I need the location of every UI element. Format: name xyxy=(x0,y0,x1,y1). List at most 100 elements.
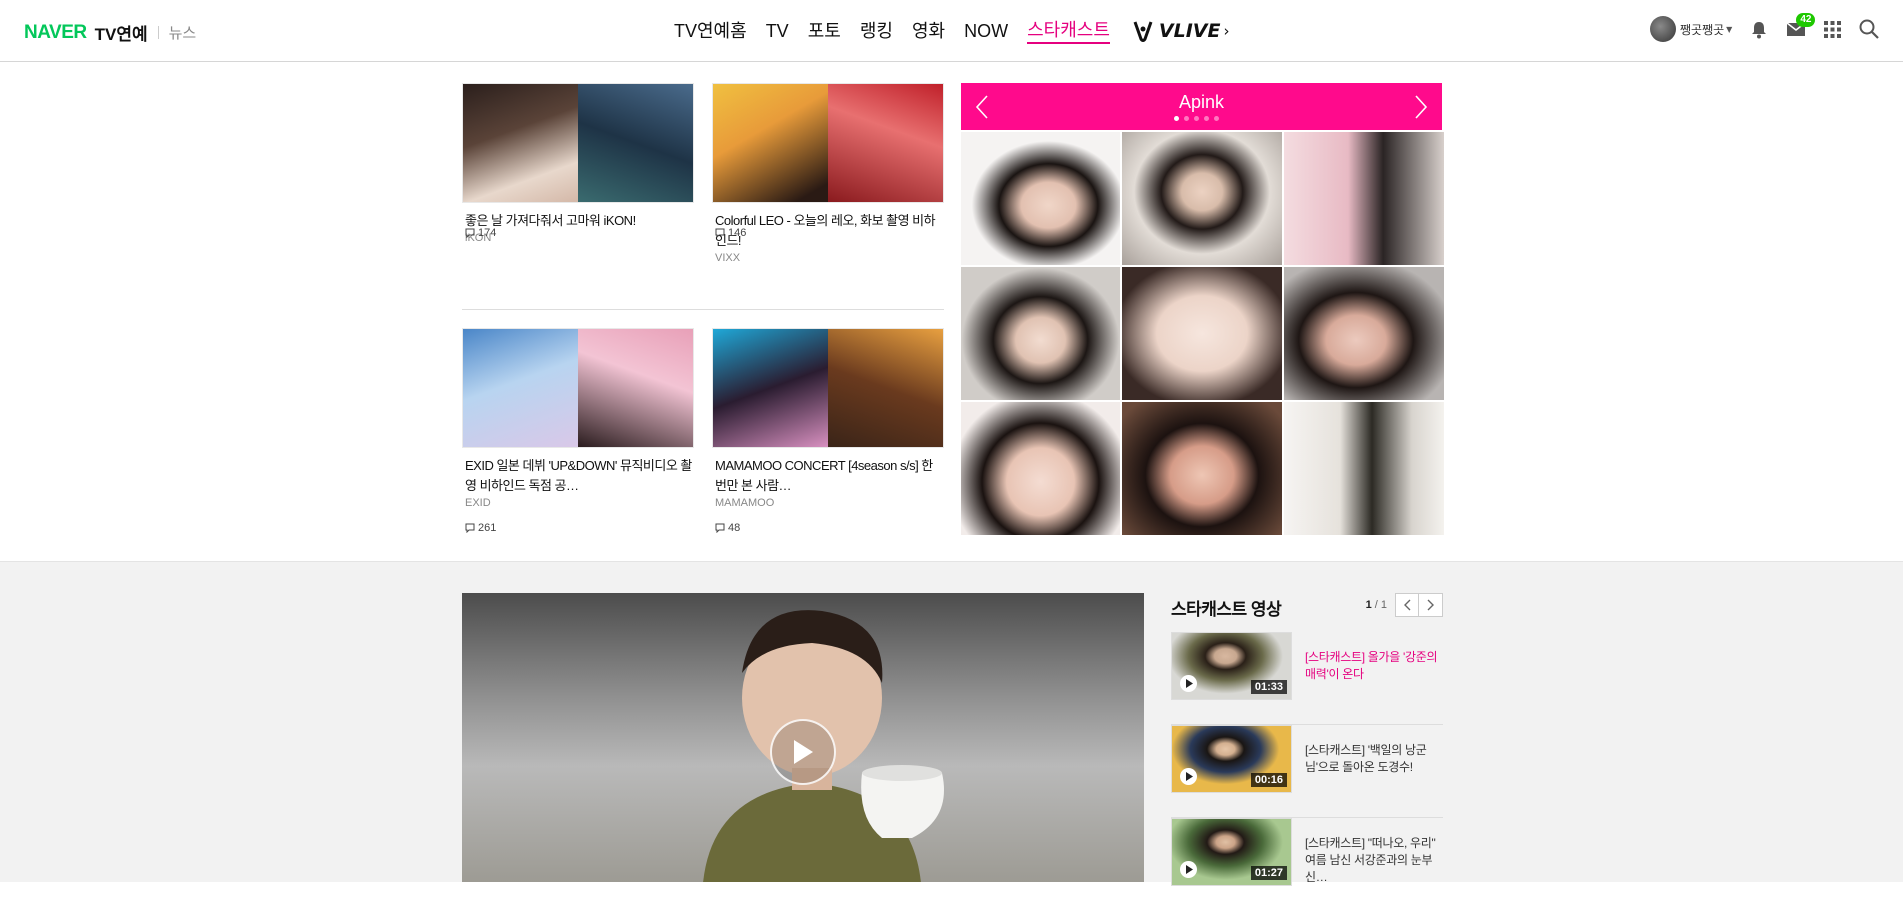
video-thumbnail[interactable]: 01:27 xyxy=(1171,818,1292,886)
nav-photo[interactable]: 포토 xyxy=(808,19,841,43)
video-thumbnail[interactable]: 00:16 xyxy=(1171,725,1292,793)
card-artist[interactable]: EXID xyxy=(462,497,694,509)
comment-icon xyxy=(465,523,475,533)
vlive-link[interactable]: VLIVE › xyxy=(1131,19,1230,43)
video-title[interactable]: [스타캐스트] '백일의 낭군님'으로 돌아온 도경수! xyxy=(1305,742,1441,776)
gallery-photo[interactable] xyxy=(1284,402,1444,535)
gallery-pagination-dots xyxy=(1174,116,1224,121)
apps-grid-icon[interactable] xyxy=(1824,20,1842,38)
chevron-right-icon xyxy=(1427,599,1434,611)
card-artist[interactable]: MAMAMOO xyxy=(712,497,944,509)
card-artist[interactable]: iKON xyxy=(462,232,694,244)
video-title[interactable]: [스타캐스트] 올가을 '강준의 매력'이 온다 xyxy=(1305,649,1441,683)
video-list-item[interactable]: 00:16 [스타캐스트] '백일의 낭군님'으로 돌아온 도경수! xyxy=(1171,725,1443,818)
card-thumbnail[interactable] xyxy=(712,328,944,448)
page-indicator: 1 / 1 xyxy=(1366,599,1387,611)
gallery-photo[interactable] xyxy=(1122,267,1282,400)
comment-icon xyxy=(465,228,475,238)
comment-count: 174 xyxy=(462,227,496,239)
starcast-video-list: 스타캐스트 영상 1 / 1 01:33 [스타캐스트] 올가을 '강준의 매력… xyxy=(1171,593,1443,886)
prev-page-button[interactable] xyxy=(1395,593,1419,617)
gallery-photo-grid xyxy=(961,132,1444,535)
play-button[interactable] xyxy=(770,719,836,785)
news-label[interactable]: 뉴스 xyxy=(169,22,197,43)
gallery-dot[interactable] xyxy=(1214,116,1219,121)
starcast-card[interactable]: Colorful LEO - 오늘의 레오, 화보 촬영 비하인드! VIXX xyxy=(712,83,944,264)
gallery-photo[interactable] xyxy=(1284,132,1444,265)
comment-count: 261 xyxy=(462,522,496,534)
starcast-video-section: 스타캐스트 영상 1 / 1 01:33 [스타캐스트] 올가을 '강준의 매력… xyxy=(0,562,1903,886)
starcast-card[interactable]: EXID 일본 데뷔 'UP&DOWN' 뮤직비디오 촬영 비하인드 독점 공…… xyxy=(462,328,694,509)
page-total: / 1 xyxy=(1374,599,1387,611)
comment-icon xyxy=(715,523,725,533)
gallery-dot[interactable] xyxy=(1174,116,1179,121)
mail-icon[interactable]: 42 xyxy=(1786,13,1816,37)
top-navigation-bar: NAVER TV연예 뉴스 TV연예홈 TV 포토 랭킹 영화 NOW 스타캐스… xyxy=(0,0,1903,62)
naver-logo[interactable]: NAVER xyxy=(24,22,87,44)
card-row-divider xyxy=(462,309,944,310)
card-title[interactable]: MAMAMOO CONCERT [4season s/s] 한번만 본 사람… xyxy=(712,456,944,496)
nav-tv-home[interactable]: TV연예홈 xyxy=(674,19,747,43)
play-icon xyxy=(794,740,813,764)
play-icon xyxy=(1180,675,1197,692)
video-duration: 00:16 xyxy=(1250,773,1287,787)
card-thumbnail[interactable] xyxy=(712,83,944,203)
gallery-dot[interactable] xyxy=(1204,116,1209,121)
card-title[interactable]: EXID 일본 데뷔 'UP&DOWN' 뮤직비디오 촬영 비하인드 독점 공… xyxy=(462,456,694,496)
nav-starcast[interactable]: 스타캐스트 xyxy=(1027,18,1110,44)
caret-down-icon[interactable]: ▼ xyxy=(1726,25,1732,34)
card-title[interactable]: 좋은 날 가져다줘서 고마워 iKON! xyxy=(462,211,694,231)
comment-count: 146 xyxy=(712,227,746,239)
nav-ranking[interactable]: 랭킹 xyxy=(860,19,893,43)
gallery-photo[interactable] xyxy=(1284,267,1444,400)
chevron-right-icon: › xyxy=(1223,22,1230,40)
nav-movie[interactable]: 영화 xyxy=(912,19,945,43)
video-thumbnail[interactable]: 01:33 xyxy=(1171,632,1292,700)
video-list-item[interactable]: 01:33 [스타캐스트] 올가을 '강준의 매력'이 온다 xyxy=(1171,632,1443,725)
logo-divider xyxy=(157,26,159,39)
user-name[interactable]: 쨍곳쨍곳 xyxy=(1680,21,1724,38)
avatar[interactable] xyxy=(1650,16,1676,42)
comment-count-value: 174 xyxy=(478,227,497,239)
video-list-pager: 1 / 1 xyxy=(1366,593,1443,617)
gallery-dot[interactable] xyxy=(1194,116,1199,121)
gallery-photo[interactable] xyxy=(961,267,1120,400)
video-title[interactable]: [스타캐스트] "떠나오, 우리" 여름 남신 서강준과의 눈부신… xyxy=(1305,835,1441,886)
artist-photo-gallery: Apink xyxy=(961,83,1444,535)
video-list-item[interactable]: 01:27 [스타캐스트] "떠나오, 우리" 여름 남신 서강준과의 눈부신… xyxy=(1171,818,1443,911)
card-thumbnail[interactable] xyxy=(462,83,694,203)
vlive-label: VLIVE xyxy=(1158,20,1221,42)
nav-now[interactable]: NOW xyxy=(964,19,1008,43)
nav-tv[interactable]: TV xyxy=(766,19,789,43)
card-title[interactable]: Colorful LEO - 오늘의 레오, 화보 촬영 비하인드! xyxy=(712,211,944,251)
mail-count-badge: 42 xyxy=(1796,13,1816,27)
gallery-photo[interactable] xyxy=(961,402,1120,535)
gallery-artist-title[interactable]: Apink xyxy=(961,92,1442,113)
gallery-photo[interactable] xyxy=(1122,402,1282,535)
user-utilities: 쨍곳쨍곳 ▼ 42 xyxy=(1650,13,1880,42)
card-thumbnail[interactable] xyxy=(462,328,694,448)
gallery-next-arrow-icon[interactable] xyxy=(1414,95,1428,123)
card-artist[interactable]: VIXX xyxy=(712,252,944,264)
video-player[interactable] xyxy=(462,593,1144,882)
starcast-card[interactable]: 좋은 날 가져다줘서 고마워 iKON! iKON xyxy=(462,83,694,244)
search-icon[interactable] xyxy=(1859,19,1880,39)
main-nav: TV연예홈 TV 포토 랭킹 영화 NOW 스타캐스트 VLIVE › xyxy=(674,18,1229,44)
gallery-header: Apink xyxy=(961,83,1442,130)
comment-count-value: 146 xyxy=(728,227,747,239)
comment-count: 48 xyxy=(712,522,740,534)
tv-entertainment-logo[interactable]: TV연예 xyxy=(95,20,148,45)
starcast-photo-section: 좋은 날 가져다줘서 고마워 iKON! iKON 174 Colorful L… xyxy=(0,62,1903,562)
gallery-photo[interactable] xyxy=(961,132,1120,265)
gallery-dot[interactable] xyxy=(1184,116,1189,121)
comment-count-value: 48 xyxy=(728,522,741,534)
video-duration: 01:27 xyxy=(1250,866,1287,880)
bell-icon[interactable] xyxy=(1750,20,1768,39)
gallery-photo[interactable] xyxy=(1122,132,1282,265)
comment-count-value: 261 xyxy=(478,522,497,534)
logo[interactable]: NAVER TV연예 뉴스 xyxy=(24,20,196,45)
next-page-button[interactable] xyxy=(1419,593,1443,617)
starcast-card[interactable]: MAMAMOO CONCERT [4season s/s] 한번만 본 사람… … xyxy=(712,328,944,509)
video-duration: 01:33 xyxy=(1250,680,1287,694)
comment-icon xyxy=(715,228,725,238)
